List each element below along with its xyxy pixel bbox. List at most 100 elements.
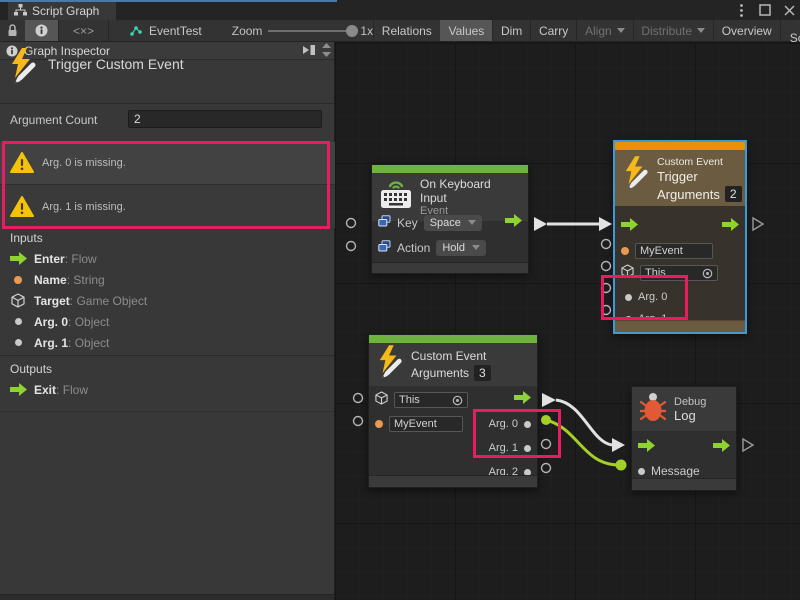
- port-debug-message-connected[interactable]: [616, 460, 627, 471]
- zoom-slider-knob[interactable]: [346, 25, 358, 37]
- object-port-icon: [524, 445, 531, 452]
- port-listener-arg2[interactable]: [542, 464, 551, 473]
- port-keyboard-key[interactable]: [347, 219, 356, 228]
- target-input[interactable]: This: [640, 265, 718, 281]
- custom-event-icon: [377, 345, 403, 384]
- lock-button[interactable]: [0, 20, 25, 41]
- relations-button[interactable]: Relations: [374, 20, 440, 41]
- argument-count-input[interactable]: 2: [128, 110, 322, 128]
- graph-inspector-panel: Graph Inspector: [0, 42, 335, 600]
- carry-button[interactable]: Carry: [531, 20, 576, 41]
- object-picker-icon[interactable]: [452, 395, 463, 406]
- unity-script-graph-window: Script Graph: [0, 0, 800, 600]
- inputs-header: Inputs: [10, 231, 43, 245]
- key-dropdown[interactable]: Space: [424, 215, 482, 231]
- dim-button[interactable]: Dim: [493, 20, 530, 41]
- argument-count-badge[interactable]: 3: [474, 365, 491, 381]
- warning-row: Arg. 1 is missing.: [0, 185, 335, 228]
- node-footer: [632, 478, 736, 490]
- chevron-down-icon: [617, 28, 625, 33]
- fullscreen-button[interactable]: Full Screen: [780, 20, 800, 41]
- close-icon[interactable]: [782, 3, 796, 17]
- input-row-arg0: Arg. 0 : Object: [0, 311, 334, 332]
- event-name-row: MyEvent: [615, 240, 745, 262]
- maximize-icon[interactable]: [758, 3, 772, 17]
- zoom-label: Zoom: [232, 24, 263, 38]
- input-row-arg1: Arg. 1 : Object: [0, 332, 334, 353]
- arg-label: Arg. 1: [489, 442, 518, 454]
- panel-spinner[interactable]: [321, 42, 332, 61]
- flow-in-arrow[interactable]: [638, 439, 655, 457]
- chevron-down-icon: [697, 28, 705, 33]
- flow-out-arrow[interactable]: [713, 439, 730, 457]
- node-footer: [615, 320, 745, 332]
- lock-icon: [7, 24, 18, 37]
- custom-event-icon: [623, 156, 649, 195]
- zoom-slider-track: [268, 30, 356, 32]
- port-trigger-target[interactable]: [602, 262, 611, 271]
- object-picker-icon[interactable]: [702, 268, 713, 279]
- flow-out-arrow[interactable]: [722, 218, 739, 236]
- graph-hierarchy-icon: [14, 4, 27, 19]
- port-trigger-flow-out[interactable]: [753, 218, 763, 230]
- menu-kebab-icon[interactable]: [734, 3, 748, 17]
- port-trigger-name[interactable]: [602, 240, 611, 249]
- divider: [0, 411, 334, 412]
- wire-listener-to-debug: [556, 400, 612, 445]
- warning-text: Arg. 1 is missing.: [42, 201, 126, 213]
- argument-count-badge[interactable]: 2: [725, 186, 742, 202]
- event-name-input[interactable]: MyEvent: [635, 243, 713, 259]
- port-listener-name[interactable]: [354, 417, 363, 426]
- outputs-header: Outputs: [10, 362, 52, 376]
- flow-out-arrow[interactable]: [514, 391, 531, 409]
- tab-script-graph[interactable]: Script Graph: [8, 2, 116, 20]
- inspector-toggle-button[interactable]: [25, 20, 58, 41]
- node-title: Trigger: [657, 169, 742, 184]
- port-trigger-arg0[interactable]: [602, 284, 611, 293]
- align-button[interactable]: Align: [577, 20, 633, 41]
- port-listener-arg1[interactable]: [542, 440, 551, 449]
- target-input[interactable]: This: [394, 392, 468, 408]
- overview-button[interactable]: Overview: [714, 20, 780, 41]
- code-icon: <×>: [73, 24, 94, 38]
- input-row-enter: Enter : Flow: [0, 248, 334, 269]
- node-custom-event[interactable]: Custom Event Arguments 3 This: [368, 334, 538, 488]
- graph-breadcrumb-button[interactable]: EventTest: [121, 20, 210, 41]
- node-header: Custom Event Arguments 3: [369, 343, 537, 386]
- node-category: Debug: [674, 396, 706, 408]
- code-view-button[interactable]: <×>: [59, 20, 108, 41]
- chevron-down-icon: [472, 245, 480, 250]
- zoom-slider[interactable]: [268, 20, 356, 42]
- argument-count-label: Argument Count: [10, 113, 97, 127]
- node-on-keyboard-input[interactable]: On Keyboard Input Event Key Space: [371, 164, 529, 274]
- zoom-value: 1x: [360, 24, 373, 38]
- flow-in-arrow[interactable]: [621, 218, 638, 236]
- string-port-icon: [375, 420, 383, 428]
- event-node-bar: [369, 335, 537, 343]
- port-listener-target[interactable]: [354, 394, 363, 403]
- node-debug-log[interactable]: Debug Log Message: [631, 386, 737, 491]
- node-footer: [372, 262, 528, 273]
- toolbar-separator: [108, 20, 109, 41]
- graph-canvas[interactable]: On Keyboard Input Event Key Space: [335, 42, 800, 600]
- node-trigger-custom-event[interactable]: Custom Event Trigger Arguments 2: [613, 140, 747, 334]
- binding-icon: [378, 239, 391, 257]
- port-listener-arg0-connected[interactable]: [541, 415, 551, 425]
- cube-icon: [375, 391, 388, 410]
- node-title: Log: [674, 408, 706, 423]
- target-row: This: [369, 389, 537, 411]
- event-name-input[interactable]: MyEvent: [389, 416, 463, 432]
- port-debug-flow-out[interactable]: [743, 439, 753, 451]
- cube-icon: [8, 293, 28, 308]
- dock-panel-icon[interactable]: [302, 44, 317, 59]
- chevron-down-icon: [468, 220, 476, 225]
- binding-icon: [378, 214, 391, 232]
- port-keyboard-action[interactable]: [347, 242, 356, 251]
- action-dropdown[interactable]: Hold: [436, 240, 486, 256]
- distribute-button[interactable]: Distribute: [633, 20, 713, 41]
- flow-arrow-icon: [8, 383, 28, 396]
- flow-out-arrow[interactable]: [505, 214, 522, 232]
- bug-icon: [640, 392, 666, 427]
- values-button[interactable]: Values: [440, 20, 492, 41]
- port-trigger-arg1[interactable]: [602, 306, 611, 315]
